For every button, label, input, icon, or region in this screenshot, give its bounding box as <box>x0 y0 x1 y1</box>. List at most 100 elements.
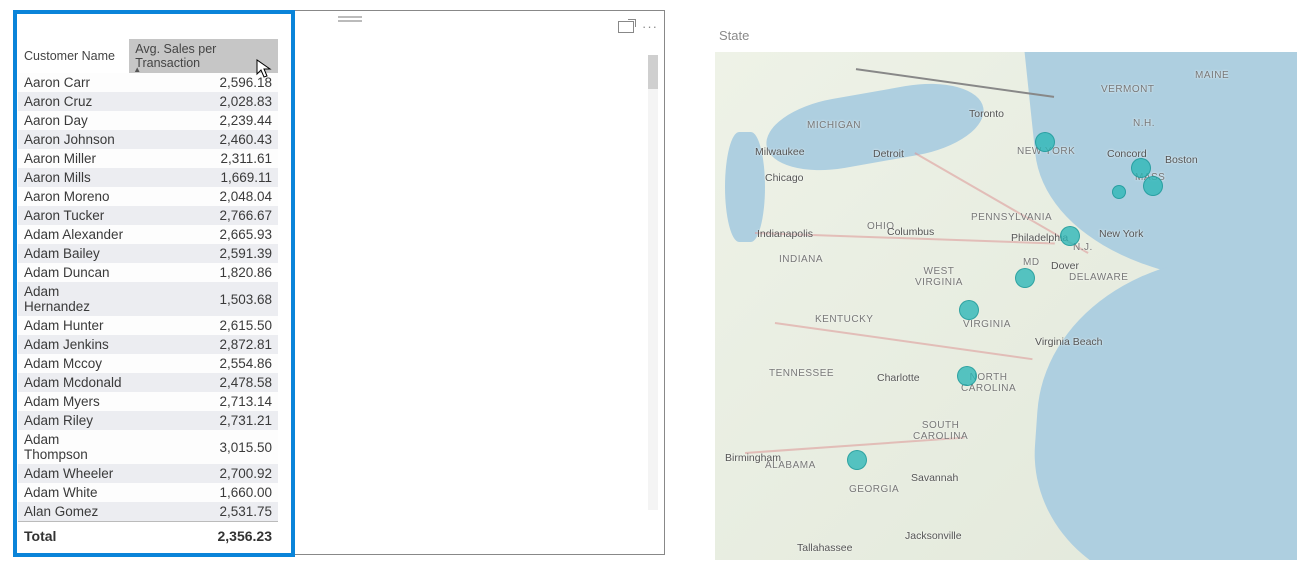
cell-customer-name: Adam Riley <box>18 411 129 430</box>
cell-avg-sales: 1,669.11 <box>129 168 278 187</box>
table-row[interactable]: Aaron Mills1,669.11 <box>18 168 278 187</box>
table-row[interactable]: Adam Hunter2,615.50 <box>18 316 278 335</box>
cell-customer-name: Adam Hernandez <box>18 282 129 316</box>
table-row[interactable]: Aaron Moreno2,048.04 <box>18 187 278 206</box>
total-label: Total <box>24 528 56 544</box>
map-state-label: WESTVIRGINIA <box>915 266 963 288</box>
table-row[interactable]: Adam Hernandez1,503.68 <box>18 282 278 316</box>
map-bubble[interactable] <box>1143 176 1163 196</box>
cell-customer-name: Adam Thompson <box>18 430 129 464</box>
cell-customer-name: Aaron Mills <box>18 168 129 187</box>
map-state-label: INDIANA <box>779 254 823 265</box>
scrollbar-thumb[interactable] <box>648 55 658 89</box>
map-visual[interactable]: State MAINEVERMONTMICHIGANNEW YORKOHIOPE… <box>715 30 1297 560</box>
cell-avg-sales: 3,015.50 <box>129 430 278 464</box>
cell-customer-name: Adam Bailey <box>18 244 129 263</box>
cell-customer-name: Aaron Johnson <box>18 130 129 149</box>
table-row[interactable]: Aaron Tucker2,766.67 <box>18 206 278 225</box>
cell-customer-name: Adam Mccoy <box>18 354 129 373</box>
table-total-row: Total 2,356.23 <box>18 521 278 550</box>
cell-avg-sales: 2,239.44 <box>129 111 278 130</box>
table-row[interactable]: Adam White1,660.00 <box>18 483 278 502</box>
map-state-label: MICHIGAN <box>807 120 861 131</box>
drag-handle-icon[interactable] <box>324 15 376 23</box>
table-row[interactable]: Aaron Miller2,311.61 <box>18 149 278 168</box>
map-bubble[interactable] <box>1035 132 1055 152</box>
map-bubble[interactable] <box>1060 226 1080 246</box>
table-row[interactable]: Adam Myers2,713.14 <box>18 392 278 411</box>
cell-avg-sales: 1,820.86 <box>129 263 278 282</box>
cell-customer-name: Adam Jenkins <box>18 335 129 354</box>
map-state-label: VIRGINIA <box>963 319 1011 330</box>
table-row[interactable]: Adam Riley2,731.21 <box>18 411 278 430</box>
cell-avg-sales: 2,554.86 <box>129 354 278 373</box>
column-header-avg-sales[interactable]: Avg. Sales per Transaction ▲ <box>129 39 278 73</box>
cell-avg-sales: 2,596.18 <box>129 73 278 92</box>
table-row[interactable]: Adam Mcdonald2,478.58 <box>18 373 278 392</box>
map-city-label: Chicago <box>765 172 804 184</box>
cell-customer-name: Adam Wheeler <box>18 464 129 483</box>
map-bubble[interactable] <box>957 366 977 386</box>
table-row[interactable]: Aaron Johnson2,460.43 <box>18 130 278 149</box>
map-state-label: MAINE <box>1195 70 1229 81</box>
table-row[interactable]: Aaron Carr2,596.18 <box>18 73 278 92</box>
cell-customer-name: Aaron Cruz <box>18 92 129 111</box>
map-bubble[interactable] <box>1015 268 1035 288</box>
cell-customer-name: Adam Myers <box>18 392 129 411</box>
map-state-label: VERMONT <box>1101 84 1155 95</box>
cell-avg-sales: 2,700.92 <box>129 464 278 483</box>
map-state-label: MD <box>1023 257 1040 268</box>
table-row[interactable]: Adam Bailey2,591.39 <box>18 244 278 263</box>
cell-avg-sales: 2,460.43 <box>129 130 278 149</box>
table-row[interactable]: Aaron Day2,239.44 <box>18 111 278 130</box>
vertical-scrollbar[interactable] <box>648 55 658 510</box>
map-city-label: Indianapolis <box>757 228 813 240</box>
map-state-label: TENNESSEE <box>769 368 834 379</box>
map-city-label: Tallahassee <box>797 542 852 554</box>
cell-avg-sales: 2,591.39 <box>129 244 278 263</box>
cell-avg-sales: 2,731.21 <box>129 411 278 430</box>
map-bubble[interactable] <box>847 450 867 470</box>
table-header-row: Customer Name Avg. Sales per Transaction… <box>18 39 278 73</box>
map-city-label: Birmingham <box>725 452 781 464</box>
cell-customer-name: Aaron Carr <box>18 73 129 92</box>
map-city-label: Charlotte <box>877 372 920 384</box>
cell-customer-name: Aaron Miller <box>18 149 129 168</box>
cell-customer-name: Aaron Tucker <box>18 206 129 225</box>
map-canvas[interactable]: MAINEVERMONTMICHIGANNEW YORKOHIOPENNSYLV… <box>715 52 1297 560</box>
column-header-customer[interactable]: Customer Name <box>18 39 129 73</box>
focus-mode-icon[interactable] <box>618 21 634 33</box>
more-options-icon[interactable]: ··· <box>642 19 658 34</box>
cell-customer-name: Alan Gomez <box>18 502 129 521</box>
map-city-label: Dover <box>1051 260 1079 272</box>
table-row[interactable]: Aaron Cruz2,028.83 <box>18 92 278 111</box>
map-state-label: KENTUCKY <box>815 314 873 325</box>
atlantic-ocean-south <box>1026 242 1297 560</box>
map-bubble[interactable] <box>1131 158 1151 178</box>
map-city-label: Jacksonville <box>905 530 962 542</box>
table-row[interactable]: Adam Jenkins2,872.81 <box>18 335 278 354</box>
map-city-label: Toronto <box>969 108 1004 120</box>
table-row[interactable]: Adam Mccoy2,554.86 <box>18 354 278 373</box>
map-state-label: SOUTHCAROLINA <box>913 420 968 442</box>
cell-avg-sales: 2,478.58 <box>129 373 278 392</box>
cell-avg-sales: 2,713.14 <box>129 392 278 411</box>
cell-avg-sales: 1,503.68 <box>129 282 278 316</box>
cell-customer-name: Aaron Day <box>18 111 129 130</box>
table-row[interactable]: Alan Gomez2,531.75 <box>18 502 278 521</box>
cell-avg-sales: 2,872.81 <box>129 335 278 354</box>
map-city-label: Detroit <box>873 148 904 160</box>
table-row[interactable]: Adam Thompson3,015.50 <box>18 430 278 464</box>
table-visual[interactable]: ··· Customer Name Avg. Sales per Transac… <box>13 10 665 555</box>
map-city-label: Columbus <box>887 226 934 238</box>
map-city-label: Savannah <box>911 472 958 484</box>
map-title: State <box>719 28 749 43</box>
map-bubble[interactable] <box>959 300 979 320</box>
map-bubble[interactable] <box>1112 185 1126 199</box>
table-row[interactable]: Adam Wheeler2,700.92 <box>18 464 278 483</box>
table-row[interactable]: Adam Duncan1,820.86 <box>18 263 278 282</box>
cell-customer-name: Adam Duncan <box>18 263 129 282</box>
table-row[interactable]: Adam Alexander2,665.93 <box>18 225 278 244</box>
map-city-label: Boston <box>1165 154 1198 166</box>
total-value: 2,356.23 <box>218 528 273 544</box>
